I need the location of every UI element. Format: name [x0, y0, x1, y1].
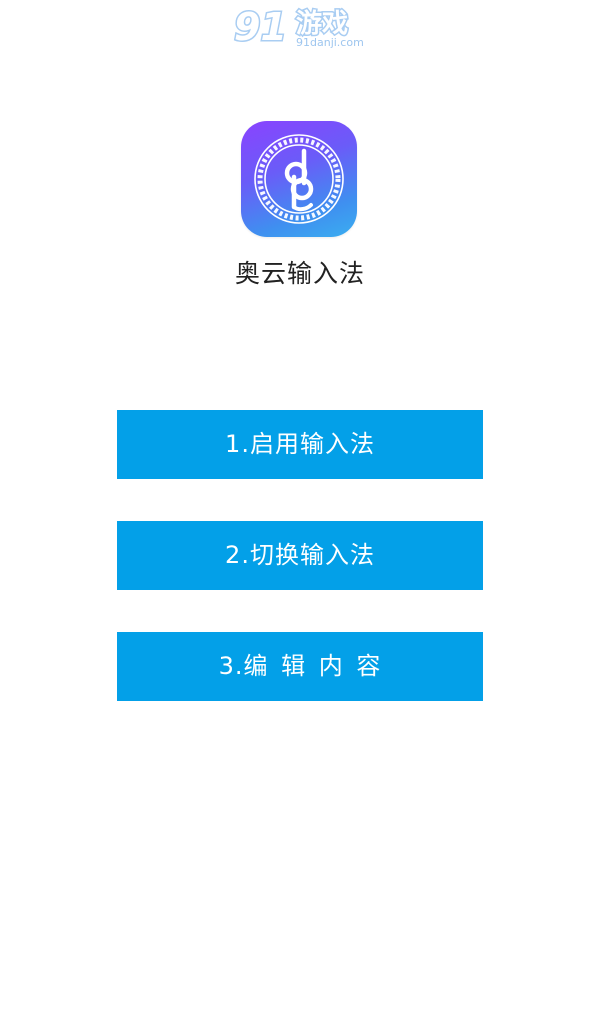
app-name: 奥云输入法 [234, 259, 365, 288]
screen: 91 游戏 91danji.com 奥云输入法 1.启用输入法 2.切换输入法 … [0, 0, 600, 1027]
aoyun-input-logo-icon [241, 121, 357, 237]
edit-content-button[interactable]: 3.编 辑 内 容 [117, 632, 483, 701]
watermark-site: 91danji.com [296, 36, 364, 49]
enable-input-method-button[interactable]: 1.启用输入法 [117, 410, 483, 479]
switch-input-method-button[interactable]: 2.切换输入法 [117, 521, 483, 590]
watermark-logo: 91 游戏 91danji.com [232, 2, 372, 52]
watermark-number: 91 [234, 5, 287, 49]
watermark-text: 游戏 [296, 9, 348, 39]
